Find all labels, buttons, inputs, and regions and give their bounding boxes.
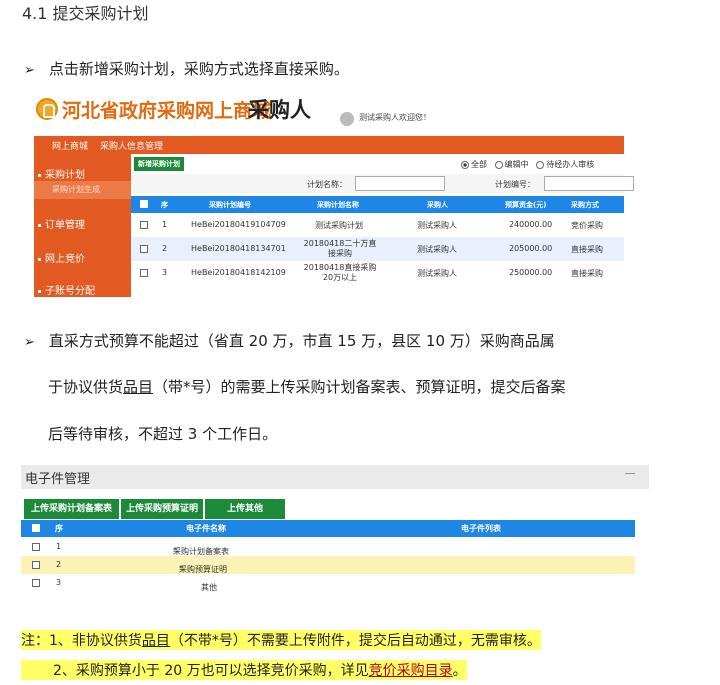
- radio-all[interactable]: [461, 160, 469, 169]
- table-row[interactable]: 3 HeBei20180418142109 20180418直接采购20万以上 …: [131, 261, 624, 285]
- plan-name-input[interactable]: [355, 176, 445, 191]
- add-plan-button[interactable]: 新增采购计划: [134, 157, 184, 171]
- sidebar-subitem-plan-gen[interactable]: 采购计划生成: [34, 181, 131, 199]
- col-method: 采购方式: [571, 201, 599, 209]
- table-row[interactable]: 1 HeBei20180419104709 测试采购计划 测试采购人 24000…: [131, 213, 624, 237]
- logo-icon: [36, 98, 58, 120]
- radio-editing[interactable]: [494, 160, 503, 169]
- bullet-icon: ➢: [24, 335, 35, 350]
- bullet-icon: ➢: [24, 63, 35, 78]
- nav-item-mall[interactable]: 网上商城: [52, 139, 88, 152]
- sidebar-item-subaccount[interactable]: 子账号分配: [34, 282, 131, 297]
- upload-other-button[interactable]: 上传其他: [205, 499, 285, 519]
- table-row[interactable]: 2 HeBei20180418134701 20180418二十万直接采购 测试…: [131, 237, 624, 261]
- note-2: 2、采购预算小于 20 万也可以选择竞价采购，详见竞价采购目录。: [21, 660, 467, 680]
- row-checkbox[interactable]: [32, 579, 40, 587]
- col-budget: 预算资金(元): [505, 201, 547, 209]
- row-checkbox[interactable]: [140, 221, 148, 229]
- radio-pending[interactable]: [536, 160, 545, 169]
- bidding-catalog-link[interactable]: 竞价采购目录: [369, 663, 453, 679]
- select-all-checkbox[interactable]: [140, 200, 148, 208]
- efile-title: 电子件管理: [25, 472, 91, 487]
- search-row: 计划名称： 计划编号：: [131, 174, 634, 194]
- efile-table-header: 序 电子件名称 电子件列表: [21, 520, 635, 537]
- welcome-text: 测试采购人欢迎您！: [359, 113, 431, 122]
- sidebar: 采购计划 采购计划生成 订单管理 网上竞价 子账号分配: [34, 154, 131, 297]
- plan-table-header: 序 采购计划编号 采购计划名称 采购人 预算资金(元) 采购方式: [131, 196, 624, 213]
- table-row[interactable]: 3 其他: [21, 574, 635, 592]
- col-code: 采购计划编号: [209, 201, 251, 209]
- minimize-icon[interactable]: [625, 473, 635, 474]
- plan-no-label: 计划编号：: [495, 180, 535, 189]
- sidebar-item-bidding[interactable]: 网上竞价: [34, 250, 131, 265]
- row-checkbox[interactable]: [32, 561, 40, 569]
- plan-name-label: 计划名称：: [307, 180, 347, 189]
- plan-no-input[interactable]: [544, 176, 634, 191]
- efile-screenshot: 电子件管理 上传采购计划备案表 上传采购预算证明 上传其他 序 电子件名称 电子…: [21, 465, 649, 615]
- step1-text: 点击新增采购计划，采购方式选择直接采购。: [48, 60, 349, 78]
- row-checkbox[interactable]: [140, 245, 148, 253]
- step2-line2: 于协议供货品目（带*号）的需要上传采购计划备案表、预算证明，提交后备案: [48, 378, 566, 396]
- sidebar-item-plan[interactable]: 采购计划: [34, 166, 131, 181]
- table-row[interactable]: 2 采购预算证明 *: [21, 556, 635, 574]
- portal-logo-text: 河北省政府采购网上商城: [62, 100, 272, 122]
- col-name: 采购计划名称: [317, 201, 359, 209]
- select-all-checkbox[interactable]: [32, 524, 40, 532]
- upload-record-button[interactable]: 上传采购计划备案表: [24, 499, 119, 519]
- note-1: 注：1、非协议供货品目（不带*号）不需要上传附件，提交后自动通过，无需审核。: [21, 630, 541, 650]
- col-buyer: 采购人: [427, 201, 448, 209]
- upload-budget-button[interactable]: 上传采购预算证明: [121, 499, 203, 519]
- efile-panel-header: 电子件管理: [21, 465, 649, 489]
- plan-list-panel: 新增采购计划 全部 编辑中 待经办人审核 计划名称： 计划编号： 序 采购计划编…: [131, 154, 634, 297]
- table-row[interactable]: 1 采购计划备案表 *: [21, 538, 635, 556]
- portal-logo-sub: 采购人: [248, 98, 311, 122]
- row-checkbox[interactable]: [140, 269, 148, 277]
- row-checkbox[interactable]: [32, 543, 40, 551]
- section-heading: 4.1 提交采购计划: [22, 4, 149, 23]
- step2-line1: ➢ 直采方式预算不能超过（省直 20 万，市直 15 万，县区 10 万）采购商品…: [24, 332, 555, 350]
- col-no: 序: [161, 201, 168, 209]
- step2-line3: 后等待审核，不超过 3 个工作日。: [48, 425, 278, 443]
- nav-item-buyer-info[interactable]: 采购人信息管理: [100, 139, 163, 152]
- step1-line: ➢ 点击新增采购计划，采购方式选择直接采购。: [24, 58, 349, 79]
- status-filter: 全部 编辑中 待经办人审核: [461, 159, 594, 170]
- user-icon: [340, 112, 354, 126]
- sidebar-item-orders[interactable]: 订单管理: [34, 216, 131, 231]
- top-nav: 网上商城 采购人信息管理: [34, 136, 624, 154]
- portal-screenshot: 河北省政府采购网上商城 采购人 测试采购人欢迎您！ 网上商城 采购人信息管理 采…: [34, 92, 634, 297]
- portal-header: 河北省政府采购网上商城 采购人 测试采购人欢迎您！: [34, 92, 624, 134]
